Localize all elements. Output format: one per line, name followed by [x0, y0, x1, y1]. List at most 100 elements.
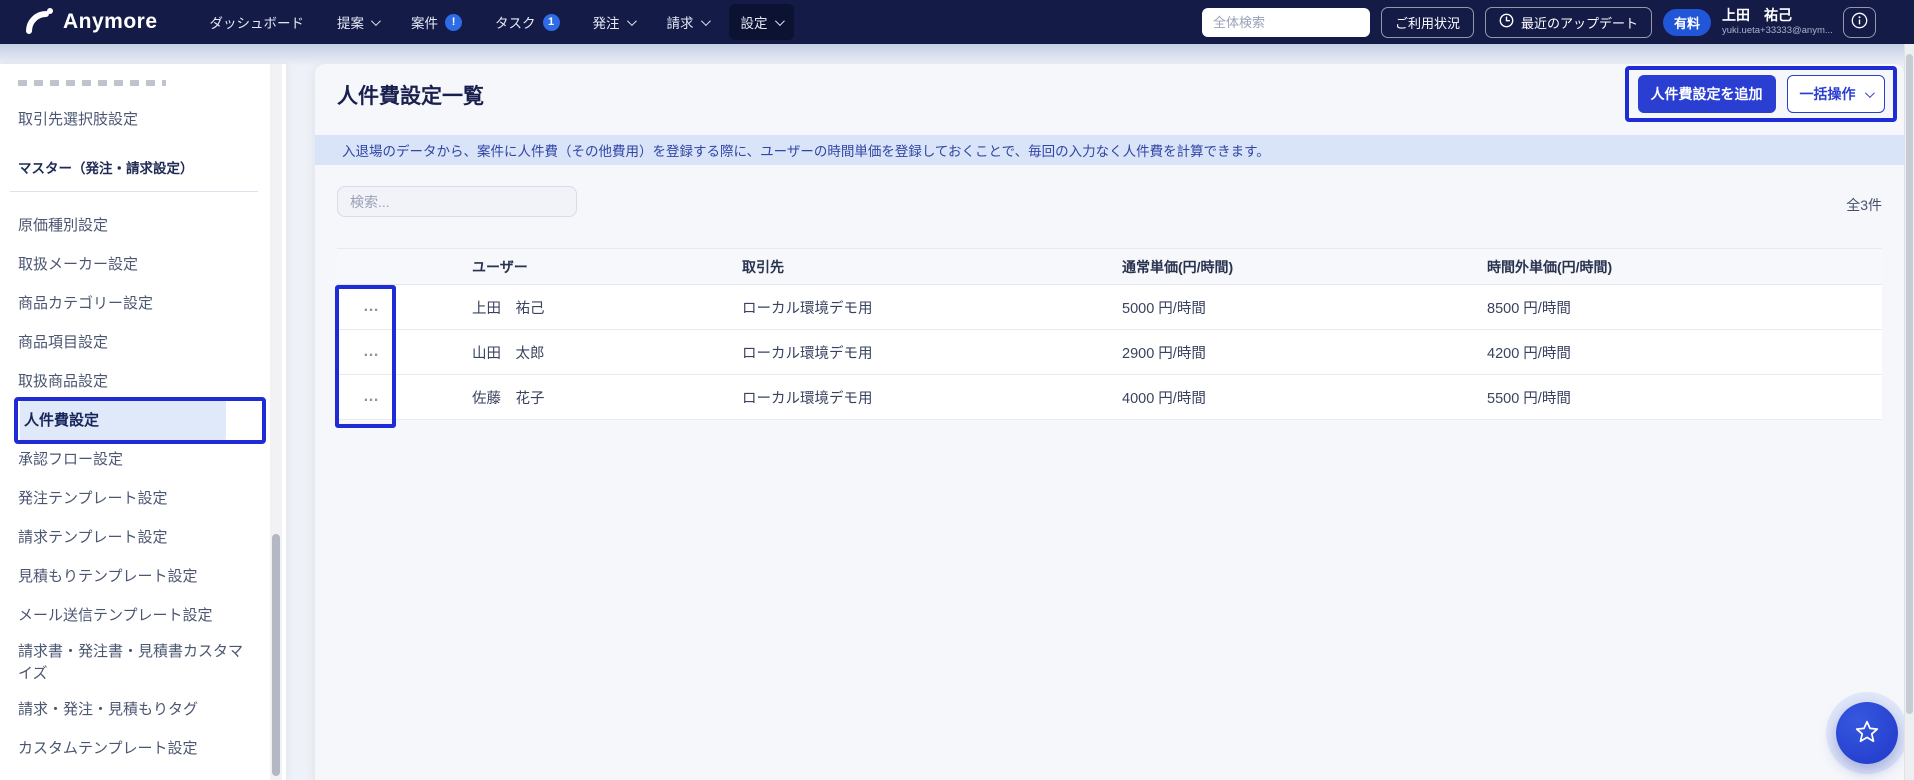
table-column-header: 時間外単価(円/時間) [1487, 258, 1613, 275]
notice-text: 入退場のデータから、案件に人件費（その他費用）を登録する際に、ユーザーの時間単価… [342, 144, 1270, 159]
sidebar-item-invoice-template[interactable]: 請求テンプレート設定 [0, 518, 270, 557]
clock-icon [1499, 13, 1514, 31]
labor-cost-table: ユーザー 取引先 通常単価(円/時間) 時間外単価(円/時間) … 上田 祐己 ローカ… [337, 248, 1882, 420]
sidebar-item-doc-tags[interactable]: 請求・発注・見積もりタグ [0, 691, 270, 730]
sidebar-item-product-item[interactable]: 商品項目設定 [0, 323, 270, 362]
sidebar-item-label: メール送信テンプレート設定 [18, 606, 213, 624]
logo-arc-icon [26, 6, 54, 39]
chevron-down-icon [774, 15, 785, 26]
notification-badge: ! [445, 13, 463, 31]
chevron-down-icon [370, 15, 381, 26]
cell-rate: 4000 円/時間 [1122, 390, 1206, 407]
sidebar-item-label: 原価種別設定 [18, 216, 109, 234]
nav-item-case[interactable]: 案件 ! [399, 4, 474, 40]
plan-badge: 有料 [1662, 8, 1711, 36]
sidebar-item-custom-template[interactable]: カスタムテンプレート設定 [0, 730, 270, 769]
info-notice-bar: 入退場のデータから、案件に人件費（その他費用）を登録する際に、ユーザーの時間単価… [315, 135, 1904, 165]
sidebar-item-client-select-options[interactable]: 取引先選択肢設定 [0, 100, 270, 139]
labor-cost-card: 人件費設定一覧 人件費設定を追加 一括操作 入退場のデータから、案件に人件費（そ… [315, 64, 1904, 780]
table-header-row: ユーザー 取引先 通常単価(円/時間) 時間外単価(円/時間) [337, 248, 1882, 285]
sidebar-scrollbar[interactable] [270, 64, 282, 780]
cell-user: 上田 祐己 [472, 300, 545, 317]
cell-rate: 2900 円/時間 [1122, 345, 1206, 362]
annotation-highlight-buttons: 人件費設定を追加 一括操作 [1625, 66, 1897, 122]
main-area: 人件費設定一覧 人件費設定を追加 一括操作 入退場のデータから、案件に人件費（そ… [300, 64, 1904, 780]
sidebar-item-label: 請求・発注・見積もりタグ [18, 701, 199, 719]
nav-item-order[interactable]: 発注 [581, 4, 646, 40]
top-nav: Anymore ダッシュボード 提案 案件 ! タスク 1 発注 請求 設定 ご… [0, 0, 1914, 44]
nav-menu: ダッシュボード 提案 案件 ! タスク 1 発注 請求 設定 [198, 4, 794, 40]
nav-item-label: 設定 [740, 16, 768, 31]
table-row: … 山田 太郎 ローカル環境デモ用 2900 円/時間 4200 円/時間 [337, 330, 1882, 375]
sidebar-item-doc-customize[interactable]: 請求書・発注書・見積書カスタマイズ [0, 635, 270, 691]
sidebar-item-label: 見積もりテンプレート設定 [18, 567, 198, 585]
chevron-down-icon [1864, 87, 1875, 98]
total-count: 全3件 [1846, 197, 1882, 213]
nav-item-task[interactable]: タスク 1 [483, 4, 572, 40]
sidebar-item-label: 取引先選択肢設定 [18, 110, 139, 128]
table-row: … 上田 祐己 ローカル環境デモ用 5000 円/時間 8500 円/時間 [337, 285, 1882, 330]
cell-client: ローカル環境デモ用 [742, 345, 873, 362]
table-column-header: 通常単価(円/時間) [1122, 258, 1234, 275]
usage-button-label: ご利用状況 [1394, 15, 1460, 31]
row-menu-button[interactable]: … [361, 385, 382, 409]
sidebar-item-quote-template[interactable]: 見積もりテンプレート設定 [0, 557, 270, 596]
top-gradient-band [0, 44, 1914, 66]
nav-item-label: 請求 [666, 16, 694, 31]
sidebar-item-label: カスタムテンプレート設定 [18, 740, 198, 758]
window-scrollbar-thumb[interactable] [1906, 54, 1913, 714]
sidebar-item-label: 請求書・発注書・見積書カスタマイズ [18, 643, 244, 682]
cell-rate: 5000 円/時間 [1122, 300, 1206, 317]
nav-item-proposal[interactable]: 提案 [325, 4, 390, 40]
row-menu-button[interactable]: … [361, 295, 382, 319]
sidebar-item-mail-template[interactable]: メール送信テンプレート設定 [0, 596, 270, 635]
global-search-input[interactable] [1201, 7, 1370, 37]
nav-item-invoice[interactable]: 請求 [655, 4, 720, 40]
nav-item-label: 案件 [411, 16, 439, 31]
bulk-actions-button[interactable]: 一括操作 [1786, 75, 1885, 113]
sidebar-list: 取引先選択肢設定 マスター（発注・請求設定） 原価種別設定 取扱メーカー設定 商… [0, 64, 270, 780]
sidebar-item-approval-flow[interactable]: 承認フロー設定 [0, 440, 270, 479]
star-icon [1854, 719, 1880, 748]
nav-item-dashboard[interactable]: ダッシュボード [198, 4, 317, 40]
row-menu-button[interactable]: … [361, 340, 382, 364]
updates-button[interactable]: 最近のアップデート [1484, 6, 1652, 38]
sidebar-item-label: 承認フロー設定 [18, 450, 124, 468]
sidebar-item-maker[interactable]: 取扱メーカー設定 [0, 245, 270, 284]
table-search-input[interactable] [337, 186, 577, 217]
nav-item-label: 発注 [592, 16, 620, 31]
table-body: … 上田 祐己 ローカル環境デモ用 5000 円/時間 8500 円/時間 … … [337, 285, 1882, 420]
cell-user: 佐藤 花子 [472, 390, 545, 407]
app-logo[interactable]: Anymore [26, 6, 158, 39]
sidebar-item-cost-type[interactable]: 原価種別設定 [0, 206, 270, 245]
sidebar-item-order-template[interactable]: 発注テンプレート設定 [0, 479, 270, 518]
sidebar-item-labor-cost[interactable]: 人件費設定 [20, 401, 226, 440]
bulk-actions-label: 一括操作 [1799, 86, 1856, 102]
nav-item-label: 提案 [337, 16, 365, 31]
window-scrollbar[interactable] [1904, 44, 1914, 780]
sidebar-scrollbar-thumb[interactable] [272, 534, 280, 776]
page-title: 人件費設定一覧 [337, 85, 484, 108]
chevron-down-icon [626, 15, 637, 26]
cell-client: ローカル環境デモ用 [742, 300, 873, 317]
cell-overtime: 4200 円/時間 [1487, 345, 1571, 362]
nav-item-label: タスク [495, 16, 536, 31]
sidebar-item-label: 人件費設定 [24, 411, 100, 429]
add-labor-cost-button[interactable]: 人件費設定を追加 [1637, 75, 1776, 113]
usage-button[interactable]: ご利用状況 [1380, 6, 1474, 38]
info-button[interactable] [1843, 6, 1876, 38]
sidebar-section-master-section: マスター（発注・請求設定） [10, 157, 258, 192]
logo-text: Anymore [63, 10, 158, 33]
cell-overtime: 8500 円/時間 [1487, 300, 1571, 317]
nav-right-cluster: ご利用状況 最近のアップデート 有料 上田 祐己 yuki.ueta+33333… [1201, 6, 1914, 38]
notification-badge: 1 [542, 13, 560, 31]
cell-overtime: 5500 円/時間 [1487, 390, 1571, 407]
nav-item-settings[interactable]: 設定 [728, 4, 794, 40]
user-menu[interactable]: 上田 祐己 yuki.ueta+33333@anym... [1722, 7, 1833, 36]
sidebar-item-products[interactable]: 取扱商品設定 [0, 362, 270, 401]
feedback-fab-button[interactable] [1836, 702, 1898, 764]
sidebar-item-product-category[interactable]: 商品カテゴリー設定 [0, 284, 270, 323]
updates-button-label: 最近のアップデート [1520, 15, 1638, 31]
sidebar-item-label: 取扱メーカー設定 [18, 255, 139, 273]
info-icon [1851, 12, 1868, 32]
